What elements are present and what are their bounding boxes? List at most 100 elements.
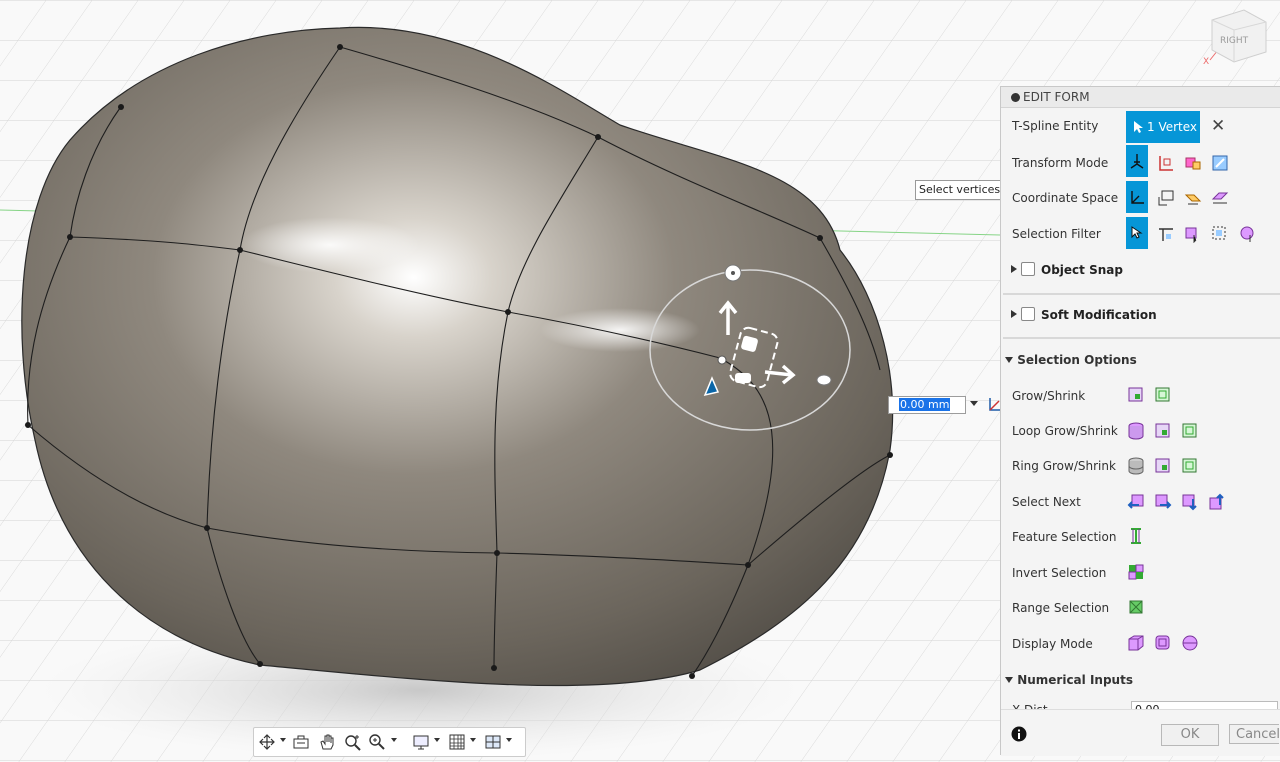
- orbit-dropdown-icon[interactable]: [280, 738, 286, 742]
- distance-value: 0.00 mm: [899, 398, 951, 411]
- select-next-right-icon[interactable]: [1154, 493, 1172, 511]
- transform-mode-label: Transform Mode: [1012, 156, 1109, 170]
- zoom-dropdown-icon[interactable]: [391, 738, 397, 742]
- loop-shrink-icon[interactable]: [1154, 422, 1172, 440]
- collapse-section-icon[interactable]: [1005, 677, 1013, 683]
- panel-footer: OK Cancel: [1001, 709, 1280, 756]
- expand-icon[interactable]: [1011, 310, 1017, 318]
- ring-shrink-icon[interactable]: [1154, 457, 1172, 475]
- shrink-icon[interactable]: [1127, 386, 1145, 404]
- divider: [1003, 337, 1280, 339]
- coordinate-space-row: Coordinate Space: [1001, 181, 1280, 213]
- collapse-section-icon[interactable]: [1005, 357, 1013, 363]
- loop-grow-icon[interactable]: [1181, 422, 1199, 440]
- numerical-inputs-header[interactable]: Numerical Inputs: [1005, 673, 1133, 687]
- translate-mode-icon[interactable]: [1157, 154, 1175, 172]
- expand-icon[interactable]: [1011, 265, 1017, 273]
- soft-modification-row[interactable]: Soft Modification: [1011, 307, 1157, 322]
- ring-grow-shrink-row: Ring Grow/Shrink: [1001, 451, 1280, 481]
- invert-selection-row: Invert Selection: [1001, 558, 1280, 588]
- range-selection-icon[interactable]: [1127, 598, 1145, 616]
- pan-icon[interactable]: [318, 733, 336, 751]
- select-next-down-icon[interactable]: [1181, 493, 1199, 511]
- look-at-icon[interactable]: [292, 733, 310, 751]
- viewcube[interactable]: X RIGHT: [1200, 0, 1280, 70]
- selection-filter-row: Selection Filter: [1001, 217, 1280, 249]
- object-snap-row[interactable]: Object Snap: [1011, 262, 1123, 277]
- selection-options-header[interactable]: Selection Options: [1005, 353, 1137, 367]
- local-space-icon[interactable]: [1184, 189, 1202, 207]
- select-next-left-icon[interactable]: [1127, 493, 1145, 511]
- face-filter-icon[interactable]: [1184, 225, 1202, 243]
- ring-grow-shrink-label: Ring Grow/Shrink: [1012, 459, 1116, 473]
- range-selection-row: Range Selection: [1001, 593, 1280, 623]
- select-vertex-filter-button[interactable]: [1126, 217, 1148, 249]
- select-next-row: Select Next: [1001, 487, 1280, 517]
- ring-grow-icon[interactable]: [1181, 457, 1199, 475]
- ring-icon[interactable]: [1127, 457, 1145, 475]
- grid-settings-dropdown-icon[interactable]: [470, 738, 476, 742]
- loop-grow-shrink-label: Loop Grow/Shrink: [1012, 424, 1118, 438]
- soft-modification-checkbox[interactable]: [1021, 307, 1035, 321]
- parametric-space-icon[interactable]: [1211, 189, 1229, 207]
- zoom-icon[interactable]: [368, 733, 386, 751]
- scale-mode-icon[interactable]: [1211, 154, 1229, 172]
- transform-mode-row: Transform Mode: [1001, 145, 1280, 178]
- cancel-button[interactable]: Cancel: [1229, 724, 1279, 744]
- view-space-icon[interactable]: [1157, 189, 1175, 207]
- smooth-display-icon[interactable]: [1181, 634, 1199, 652]
- grow-shrink-row: Grow/Shrink: [1001, 381, 1280, 411]
- display-settings-icon[interactable]: [412, 733, 430, 751]
- grid-settings-icon[interactable]: [448, 733, 466, 751]
- select-next-up-icon[interactable]: [1208, 493, 1226, 511]
- distance-input[interactable]: 0.00 mm: [888, 396, 966, 414]
- viewports-dropdown-icon[interactable]: [506, 738, 512, 742]
- multi-transform-icon: [1130, 154, 1144, 169]
- object-filter-icon[interactable]: [1239, 225, 1257, 243]
- svg-text:X: X: [1203, 57, 1209, 67]
- soft-modification-label: Soft Modification: [1041, 308, 1157, 322]
- display-settings-dropdown-icon[interactable]: [434, 738, 440, 742]
- object-snap-label: Object Snap: [1041, 263, 1123, 277]
- object-snap-checkbox[interactable]: [1021, 262, 1035, 276]
- zoom-window-icon[interactable]: [344, 733, 362, 751]
- select-next-label: Select Next: [1012, 495, 1081, 509]
- specular-highlight: [240, 217, 420, 273]
- divider: [1003, 293, 1280, 295]
- control-frame-display-icon[interactable]: [1154, 634, 1172, 652]
- viewcube-face-label: RIGHT: [1220, 36, 1249, 46]
- loop-icon[interactable]: [1127, 422, 1145, 440]
- ok-button[interactable]: OK: [1161, 724, 1219, 746]
- world-space-icon: [1131, 191, 1144, 204]
- cursor-icon: [1134, 121, 1143, 133]
- info-icon[interactable]: [1011, 726, 1027, 742]
- panel-title[interactable]: EDIT FORM: [1001, 87, 1280, 108]
- edge-filter-icon[interactable]: [1157, 225, 1175, 243]
- box-display-icon[interactable]: [1127, 634, 1145, 652]
- multi-transform-button[interactable]: [1126, 145, 1148, 177]
- world-space-button[interactable]: [1126, 181, 1148, 213]
- vertex-filter-icon: [1131, 226, 1143, 239]
- coordinate-space-label: Coordinate Space: [1012, 191, 1119, 205]
- invert-selection-label: Invert Selection: [1012, 566, 1107, 580]
- rotate-mode-icon[interactable]: [1184, 154, 1202, 172]
- orbit-icon[interactable]: [258, 733, 276, 751]
- entity-selection-text: 1 Vertex: [1147, 120, 1198, 134]
- selection-filter-label: Selection Filter: [1012, 227, 1101, 241]
- collapse-icon[interactable]: [1011, 93, 1020, 102]
- viewports-icon[interactable]: [484, 733, 502, 751]
- distance-dropdown-icon[interactable]: [970, 401, 978, 406]
- tspline-entity-label: T-Spline Entity: [1012, 119, 1099, 133]
- feature-selection-icon[interactable]: [1127, 527, 1145, 545]
- edit-form-panel: EDIT FORM T-Spline Entity 1 Vertex ✕ Tra…: [1000, 86, 1280, 756]
- close-icon[interactable]: ✕: [1211, 116, 1225, 136]
- body-filter-icon[interactable]: [1211, 225, 1229, 243]
- feature-selection-row: Feature Selection: [1001, 522, 1280, 552]
- entity-selection-button[interactable]: 1 Vertex: [1126, 111, 1200, 143]
- invert-selection-icon[interactable]: [1127, 563, 1145, 581]
- navigation-toolbar: [253, 727, 526, 757]
- grow-shrink-label: Grow/Shrink: [1012, 389, 1086, 403]
- feature-selection-label: Feature Selection: [1012, 530, 1117, 544]
- grow-icon[interactable]: [1154, 386, 1172, 404]
- loop-grow-shrink-row: Loop Grow/Shrink: [1001, 416, 1280, 446]
